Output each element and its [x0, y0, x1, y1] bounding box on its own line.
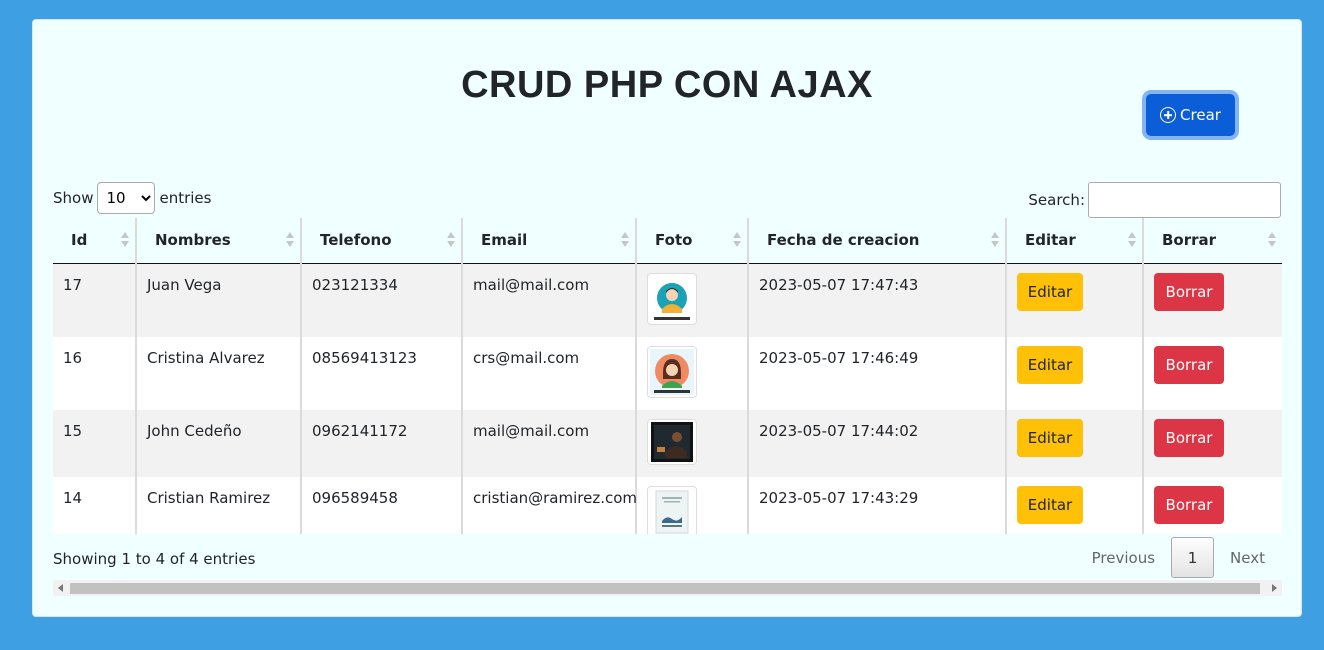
cell-telefono: 023121334: [301, 263, 463, 337]
table-info: Showing 1 to 4 of 4 entries: [53, 550, 256, 568]
pagination: Previous 1 Next: [1076, 537, 1281, 578]
cell-telefono: 096589458: [301, 476, 463, 534]
cell-telefono: 0962141172: [301, 409, 463, 477]
cell-borrar: Borrar: [1143, 476, 1282, 534]
cell-id: 15: [53, 409, 137, 477]
header-foto[interactable]: Foto: [636, 218, 749, 264]
sort-icon: [121, 232, 129, 248]
sort-icon: [447, 232, 455, 248]
avatar-woman-icon: [647, 345, 697, 398]
table-row: 17 Juan Vega 023121334 mail@mail.com 202…: [53, 263, 1282, 337]
entries-select[interactable]: 10: [97, 182, 156, 214]
search-label: Search:: [1028, 191, 1085, 209]
cell-foto: [636, 409, 749, 477]
avatar-man-icon: [647, 272, 697, 325]
previous-page-button[interactable]: Previous: [1076, 549, 1171, 567]
cell-email: cristian@ramirez.com: [462, 476, 637, 534]
cell-id: 14: [53, 476, 137, 534]
entries-length-control: Show 10 entries: [53, 182, 211, 214]
users-table: Id Nombres Telefono Email Foto Fecha de …: [53, 218, 1282, 534]
cell-email: crs@mail.com: [462, 336, 637, 410]
create-button-label: Crear: [1180, 106, 1221, 124]
cell-email: mail@mail.com: [462, 263, 637, 337]
header-borrar[interactable]: Borrar: [1143, 218, 1282, 264]
sort-icon: [733, 232, 741, 248]
length-suffix: entries: [159, 189, 212, 207]
dark-photo-icon: [647, 418, 697, 465]
cell-editar: Editar: [1006, 263, 1144, 337]
search-input[interactable]: [1088, 182, 1281, 218]
header-telefono[interactable]: Telefono: [301, 218, 463, 264]
delete-button[interactable]: Borrar: [1154, 345, 1224, 384]
table-row: 15 John Cedeño 0962141172 mail@mail.com: [53, 409, 1282, 477]
cell-nombres: Cristina Alvarez: [136, 336, 302, 410]
cell-editar: Editar: [1006, 336, 1144, 410]
search-control: Search:: [1028, 182, 1281, 218]
sort-icon: [1128, 232, 1136, 248]
next-page-button[interactable]: Next: [1214, 549, 1281, 567]
cell-editar: Editar: [1006, 409, 1144, 477]
page-1-button[interactable]: 1: [1171, 537, 1215, 578]
cell-foto: [636, 263, 749, 337]
scrollbar-thumb[interactable]: [70, 583, 1260, 594]
table-container: Id Nombres Telefono Email Foto Fecha de …: [53, 218, 1282, 534]
cell-nombres: Cristian Ramirez: [136, 476, 302, 534]
header-id[interactable]: Id: [53, 218, 137, 264]
table-header-row: Id Nombres Telefono Email Foto Fecha de …: [53, 218, 1282, 264]
header-fecha[interactable]: Fecha de creacion: [748, 218, 1007, 264]
sort-icon: [286, 232, 294, 248]
length-prefix: Show: [53, 189, 94, 207]
cell-borrar: Borrar: [1143, 336, 1282, 410]
delete-button[interactable]: Borrar: [1154, 485, 1224, 524]
edit-button[interactable]: Editar: [1017, 418, 1083, 457]
scroll-left-icon[interactable]: [58, 584, 63, 592]
table-row: 14 Cristian Ramirez 096589458 cristian@r…: [53, 476, 1282, 534]
cell-foto: [636, 476, 749, 534]
table-row: 16 Cristina Alvarez 08569413123 crs@mail…: [53, 336, 1282, 410]
edit-button[interactable]: Editar: [1017, 345, 1083, 384]
header-editar[interactable]: Editar: [1006, 218, 1144, 264]
cell-nombres: Juan Vega: [136, 263, 302, 337]
header-nombres[interactable]: Nombres: [136, 218, 302, 264]
cell-id: 16: [53, 336, 137, 410]
main-card: CRUD PHP CON AJAX Crear Show 10 entries …: [32, 19, 1302, 617]
edit-button[interactable]: Editar: [1017, 272, 1083, 311]
cell-fecha: 2023-05-07 17:46:49: [748, 336, 1007, 410]
cell-fecha: 2023-05-07 17:47:43: [748, 263, 1007, 337]
delete-button[interactable]: Borrar: [1154, 418, 1224, 457]
header-email[interactable]: Email: [462, 218, 637, 264]
cell-fecha: 2023-05-07 17:43:29: [748, 476, 1007, 534]
sort-icon: [1268, 232, 1276, 248]
book-cover-icon: [647, 485, 697, 534]
plus-circle-icon: [1160, 107, 1177, 123]
horizontal-scrollbar[interactable]: [53, 580, 1282, 596]
page-title: CRUD PHP CON AJAX: [461, 64, 873, 106]
edit-button[interactable]: Editar: [1017, 485, 1083, 524]
cell-fecha: 2023-05-07 17:44:02: [748, 409, 1007, 477]
cell-nombres: John Cedeño: [136, 409, 302, 477]
cell-foto: [636, 336, 749, 410]
create-button[interactable]: Crear: [1146, 94, 1235, 136]
sort-icon: [621, 232, 629, 248]
delete-button[interactable]: Borrar: [1154, 272, 1224, 311]
cell-email: mail@mail.com: [462, 409, 637, 477]
scroll-right-icon[interactable]: [1272, 584, 1277, 592]
cell-borrar: Borrar: [1143, 409, 1282, 477]
cell-telefono: 08569413123: [301, 336, 463, 410]
cell-borrar: Borrar: [1143, 263, 1282, 337]
cell-id: 17: [53, 263, 137, 337]
cell-editar: Editar: [1006, 476, 1144, 534]
sort-icon: [991, 232, 999, 248]
